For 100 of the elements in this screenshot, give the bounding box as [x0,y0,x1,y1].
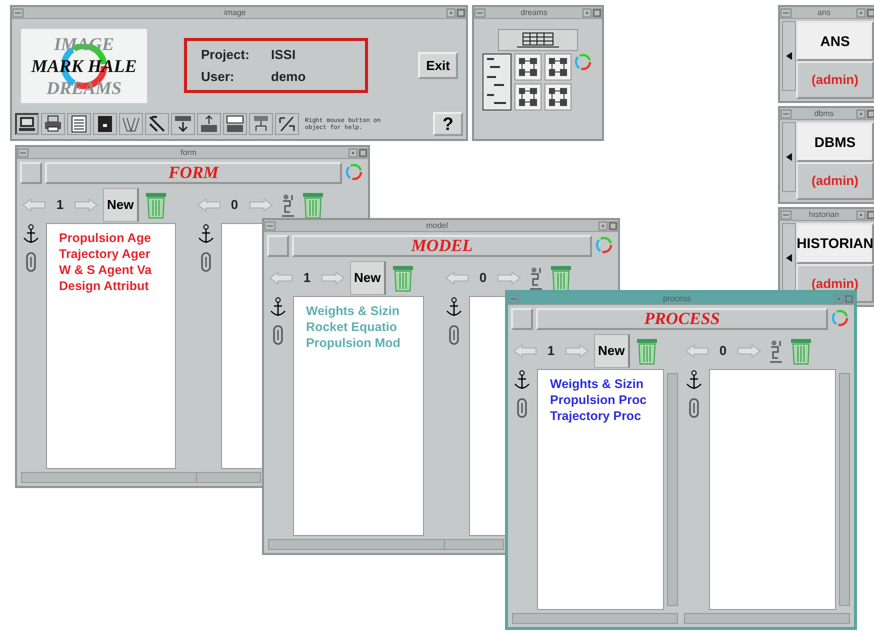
maximize-icon[interactable] [844,294,854,304]
left-arrow-icon[interactable] [268,270,294,286]
toolbar-button[interactable] [15,113,39,135]
new-button[interactable]: New [350,261,386,295]
toolbar-button[interactable] [223,113,247,135]
window-title: form [180,147,198,158]
window-heading: MODEL [292,235,592,257]
maximize-icon[interactable] [866,210,874,220]
table-button[interactable] [498,29,578,51]
left-arrow-icon[interactable] [512,343,538,359]
help-button[interactable]: ? [433,112,463,136]
pattern-icon[interactable] [544,53,572,81]
list-item[interactable]: Weights & Sizin [550,376,663,392]
page-count: 1 [546,342,556,360]
left-arrow-icon[interactable] [196,197,222,213]
horizontal-scrollbar[interactable] [684,613,850,624]
list-item[interactable]: Trajectory Ager [59,246,174,262]
maximize-icon[interactable] [608,220,618,230]
pattern-icon[interactable] [514,83,542,111]
server-button[interactable]: DBMS [796,122,874,162]
upload-icon [199,114,219,134]
vertical-scrollbar[interactable] [839,373,850,606]
vertical-scrollbar[interactable] [667,373,678,606]
minimize-icon[interactable] [598,220,608,230]
hierarchy-icon [251,114,271,134]
ring-icon[interactable] [574,53,594,73]
right-arrow-icon[interactable] [73,197,99,213]
ring-icon[interactable] [595,236,615,256]
download-icon [173,114,193,134]
trash-icon[interactable] [788,336,814,366]
maximize-icon[interactable] [456,8,466,18]
horizontal-scrollbar[interactable] [512,613,678,624]
ring-icon[interactable] [831,309,851,329]
new-button[interactable]: New [594,334,630,368]
role-label: (admin) [796,61,874,99]
page-count: 0 [718,342,728,360]
page-count: 0 [230,196,240,214]
new-button[interactable]: New [103,188,139,222]
list-item[interactable]: Design Attribut [59,278,174,294]
list-item[interactable]: W & S Agent Va [59,262,174,278]
right-arrow-icon[interactable] [320,270,346,286]
tree-icon[interactable] [482,53,512,111]
minimize-icon[interactable] [446,8,456,18]
table-icon [225,114,245,134]
window-menu-icon[interactable] [474,8,486,18]
field-value: demo [271,68,307,86]
toolbar-button[interactable] [171,113,195,135]
window-menu-icon[interactable] [264,220,276,230]
list-item[interactable]: Propulsion Age [59,230,174,246]
logo-text: DREAMS [46,76,122,98]
window-menu-icon[interactable] [780,108,792,118]
right-arrow-icon[interactable] [564,343,590,359]
pattern-icon[interactable] [514,53,542,81]
logo-text: IMAGE [54,32,114,54]
menu-button[interactable] [20,162,42,184]
page-count: 1 [302,269,312,288]
cabinet-icon [95,114,115,134]
minimize-icon[interactable] [856,210,866,220]
maximize-icon[interactable] [592,8,602,18]
window-menu-icon[interactable] [508,294,520,304]
fraction-icon [277,114,297,134]
list-item[interactable]: Propulsion Proc [550,392,663,408]
window-menu-icon[interactable] [12,8,24,18]
trash-icon[interactable] [548,263,574,293]
pattern-icon[interactable] [544,83,572,111]
minimize-icon[interactable] [834,294,844,304]
window-title: historian [808,209,840,220]
maximize-icon[interactable] [866,8,874,18]
minimize-icon[interactable] [348,148,358,158]
minimize-icon[interactable] [856,8,866,18]
list-item[interactable]: Trajectory Proc [550,408,663,424]
exit-button[interactable]: Exit [418,52,458,80]
toolbar-button[interactable] [41,113,65,135]
window-menu-icon[interactable] [780,8,792,18]
page-count: 0 [478,269,488,288]
menu-button[interactable] [511,308,533,330]
window-title: process [662,293,692,304]
left-arrow-icon[interactable] [21,197,47,213]
toolbar-button[interactable] [145,113,169,135]
minimize-icon[interactable] [582,8,592,18]
maximize-icon[interactable] [866,108,874,118]
server-button[interactable]: HISTORIAN [796,223,874,264]
toolbar-button[interactable] [67,113,91,135]
toolbar-button[interactable] [249,113,273,135]
menu-button[interactable] [267,235,289,257]
page-count: 1 [55,196,65,214]
toolbar-button[interactable] [93,113,117,135]
server-button[interactable]: ANS [796,21,874,61]
window-menu-icon[interactable] [17,148,29,158]
toolbar-button[interactable] [197,113,221,135]
window-menu-icon[interactable] [780,210,792,220]
minimize-icon[interactable] [856,108,866,118]
document-icon [69,114,89,134]
pen-icon [147,114,167,134]
left-arrow-icon[interactable] [684,343,710,359]
ring-icon[interactable] [345,163,365,183]
left-arrow-icon[interactable] [444,270,470,286]
toolbar-button[interactable] [275,113,299,135]
window-title: image [223,7,247,18]
maximize-icon[interactable] [358,148,368,158]
